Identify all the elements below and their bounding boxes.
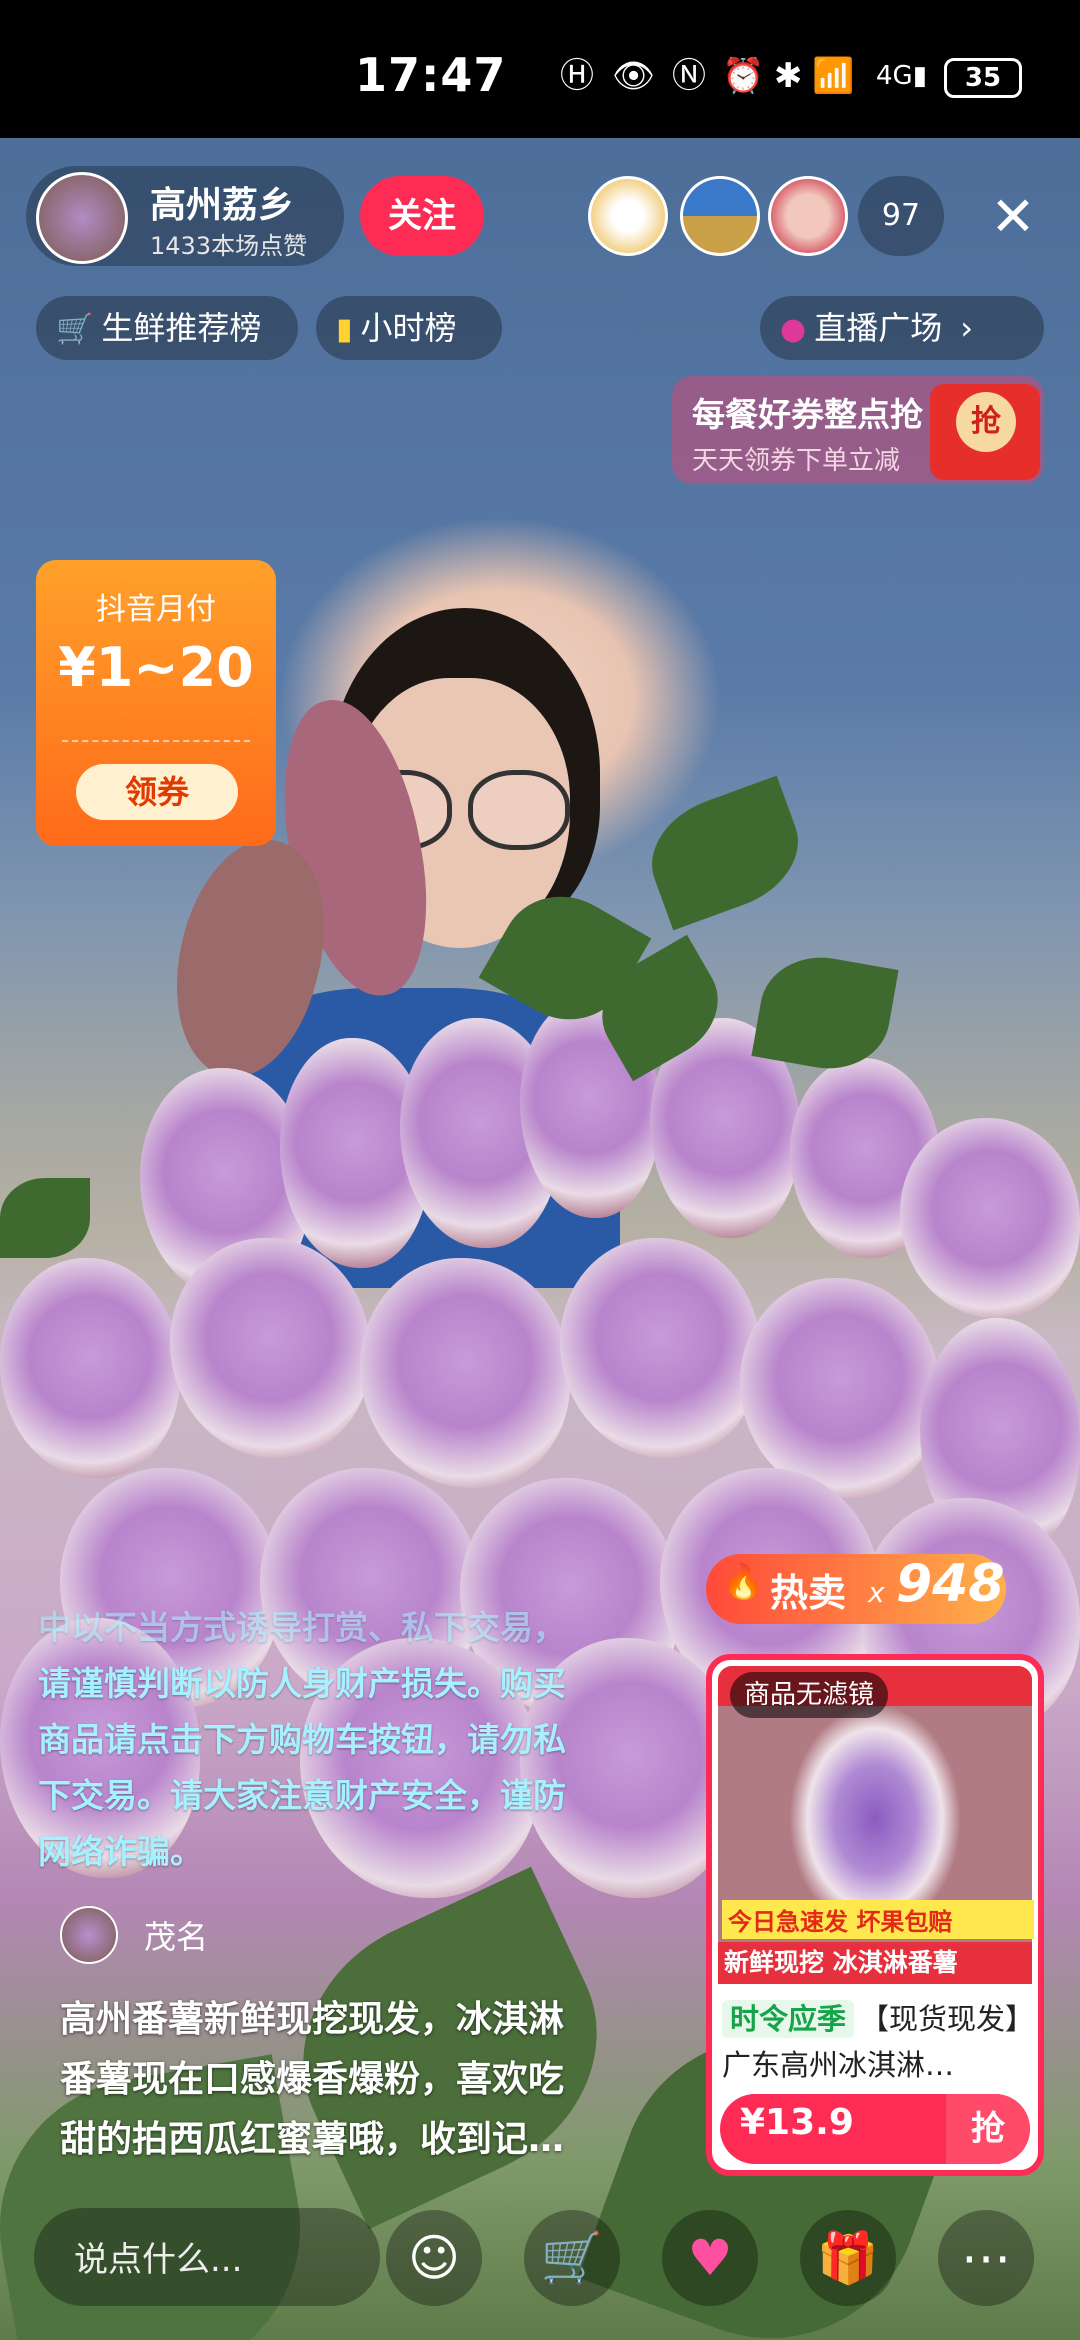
hd-icon: Ⓗ	[560, 56, 594, 96]
divider	[62, 740, 250, 742]
viewer-avatar[interactable]	[588, 176, 668, 256]
comment-avatar[interactable]	[60, 1906, 118, 1964]
buy-button[interactable]: 抢	[946, 2094, 1030, 2164]
coupon-subtitle: 天天领券下单立减	[692, 446, 901, 476]
comment-username[interactable]: 茂名	[144, 1912, 208, 1958]
clock: 17:47	[355, 48, 507, 102]
sweet-potato	[360, 1258, 570, 1488]
sweet-potato	[0, 1258, 180, 1478]
sweet-potato	[560, 1238, 760, 1458]
leaf	[635, 775, 815, 931]
more-icon[interactable]: ⋯	[938, 2210, 1034, 2306]
sweet-potato	[170, 1238, 370, 1458]
follow-button[interactable]: 关注	[360, 176, 484, 256]
leaf	[0, 1178, 90, 1258]
eye-icon: 👁	[612, 56, 656, 96]
sweet-potato	[900, 1118, 1080, 1318]
safety-notice: 中以不当方式诱导打赏、私下交易， 请谨慎判断以防人身财产损失。购买 商品请点击下…	[38, 1608, 566, 1871]
hot-sale-x: x	[868, 1576, 885, 1609]
season-tag: 时令应季	[722, 2000, 855, 2038]
heart-icon[interactable]: ♥	[662, 2210, 758, 2306]
hour-rank-chip[interactable]: ▮ 小时榜	[316, 296, 502, 360]
gift-icon[interactable]: 🎁	[800, 2210, 896, 2306]
hot-sale-label: 热卖	[770, 1571, 847, 1615]
coupon-title: 每餐好券整点抢	[692, 395, 923, 434]
comment-text: 高州番薯新鲜现挖现发，冰淇淋 番薯现在口感爆香爆粉，喜欢吃 甜的拍西瓜红蜜薯哦，…	[60, 1999, 565, 2160]
host-likes: 1433本场点赞	[150, 232, 308, 260]
nfc-icon: Ⓝ	[672, 56, 706, 96]
comment-input-placeholder: 说点什么...	[74, 2240, 243, 2280]
chevron-right-icon: ›	[960, 309, 973, 347]
emoji-icon[interactable]: ☺	[386, 2210, 482, 2306]
fire-icon: 🔥	[722, 1562, 765, 1602]
live-plaza-chip[interactable]: ● 直播广场 ›	[760, 296, 1044, 360]
viewer-count[interactable]: 97	[858, 176, 944, 256]
fresh-rank-chip[interactable]: 🛒 生鲜推荐榜	[36, 296, 298, 360]
product-title[interactable]: 时令应季 【现货现发】广东高州冰淇淋…	[722, 1996, 1032, 2088]
hot-sale-count: 948	[896, 1554, 1005, 1614]
shopping-cart-icon[interactable]: 🛒	[524, 2210, 620, 2306]
bar-chart-icon: ▮	[336, 312, 353, 347]
close-icon[interactable]: ✕	[986, 190, 1040, 244]
cart-icon: 🛒	[56, 312, 94, 347]
viewer-avatar[interactable]	[680, 176, 760, 256]
product-image-caption: 今日急速发 坏果包赔	[722, 1900, 1034, 1939]
product-price: ¥13.9	[740, 2102, 854, 2143]
status-bar: 17:47 Ⓗ 👁 Ⓝ ⏰ ✱ 📶 4G▮ 35	[0, 0, 1080, 138]
claim-coupon-button[interactable]: 领券	[76, 764, 238, 820]
sweet-potato	[740, 1278, 940, 1498]
host-name: 高州荔乡	[150, 185, 295, 226]
viewer-avatar[interactable]	[768, 176, 848, 256]
battery-indicator: 35	[944, 58, 1022, 98]
pay-card-title: 抖音月付	[96, 592, 216, 627]
pay-card-amount: ¥1~20	[58, 636, 254, 699]
no-filter-tag: 商品无滤镜	[730, 1672, 889, 1718]
alarm-icon: ⏰	[722, 56, 765, 96]
wifi-icon: 📶	[812, 56, 855, 96]
host-avatar[interactable]	[36, 172, 128, 264]
planet-icon: ●	[780, 312, 807, 347]
grab-coupon-button[interactable]: 抢	[956, 392, 1016, 452]
signal-icon: 4G▮	[876, 61, 927, 91]
product-image-caption: 新鲜现挖 冰淇淋番薯	[718, 1942, 1032, 1984]
bluetooth-icon: ✱	[774, 56, 803, 96]
